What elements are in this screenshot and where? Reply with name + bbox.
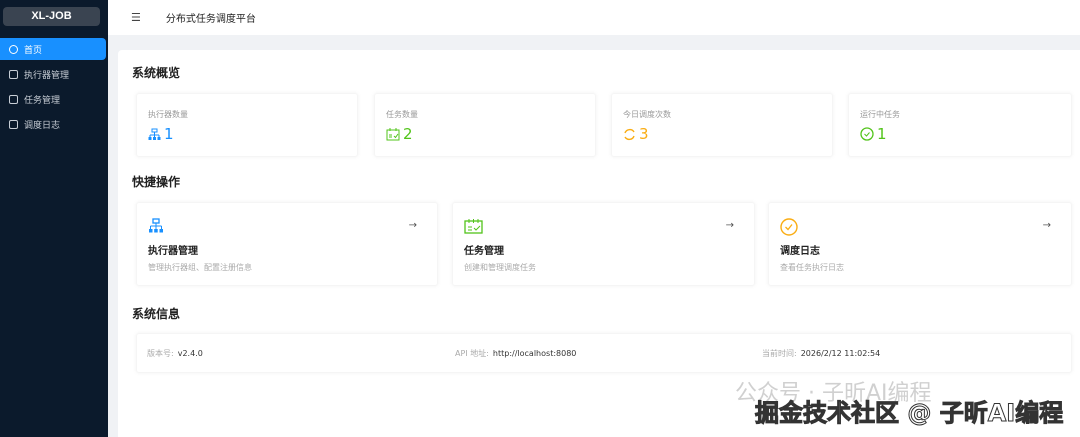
file-icon: [9, 119, 18, 129]
sysinfo-card: 版本号: v2.4.0 API 地址: http://localhost:8080 …: [136, 333, 1072, 373]
stat-card-running: 运行中任务 1: [848, 93, 1072, 157]
stat-label: 今日调度次数: [623, 110, 671, 119]
stat-card-executors: 执行器数量 1: [136, 93, 358, 157]
sysinfo-title: 系统信息: [132, 307, 181, 321]
dashboard-icon: [9, 44, 18, 54]
stat-label: 执行器数量: [148, 110, 188, 119]
sync-icon: [624, 128, 635, 140]
stat-label: 任务数量: [386, 110, 418, 119]
sidebar-item-tasks[interactable]: 任务管理: [0, 88, 106, 110]
time-value: 2026/2/12 11:02:54: [800, 348, 881, 358]
sidebar-item-executors[interactable]: 执行器管理: [0, 63, 106, 85]
quick-title: 调度日志: [780, 246, 820, 257]
stat-value: 2: [403, 125, 413, 143]
sidebar-item-label: 调度日志: [24, 120, 61, 131]
time-label: 当前时间:: [762, 348, 797, 358]
quick-card-executors[interactable]: → 执行器管理 管理执行器组、配置注册信息: [136, 202, 438, 286]
logo: XL-JOB: [3, 7, 100, 26]
quick-title: 快捷操作: [132, 175, 181, 189]
menu-fold-icon[interactable]: ☰: [131, 11, 141, 24]
watermark-juejin: 掘金技术社区 @ 子昕AI编程: [754, 399, 1064, 428]
sidebar: XL-JOB 首页 执行器管理 任务管理 调度日志: [0, 0, 108, 437]
sidebar-item-home[interactable]: 首页: [0, 38, 106, 60]
sidebar-item-logs[interactable]: 调度日志: [0, 113, 106, 135]
stat-value: 1: [877, 125, 887, 143]
stat-label: 运行中任务: [860, 110, 900, 119]
quick-desc: 创建和管理调度任务: [464, 263, 536, 272]
api-value: http://localhost:8080: [492, 348, 577, 358]
api-info: API 地址: http://localhost:8080: [455, 348, 576, 359]
quick-desc: 管理执行器组、配置注册信息: [148, 263, 252, 272]
cluster-icon: [148, 128, 161, 140]
time-info: 当前时间: 2026/2/12 11:02:54: [762, 348, 880, 359]
quick-card-logs[interactable]: → 调度日志 查看任务执行日志: [768, 202, 1072, 286]
stat-card-tasks: 任务数量 2: [374, 93, 596, 157]
overview-title: 系统概览: [132, 66, 181, 80]
arrow-right-icon[interactable]: →: [409, 220, 417, 231]
api-label: API 地址:: [455, 348, 489, 358]
quick-title: 任务管理: [464, 246, 504, 257]
sidebar-item-label: 执行器管理: [24, 70, 70, 81]
version-value: v2.4.0: [177, 348, 203, 358]
schedule-icon: [386, 127, 400, 140]
quick-card-tasks[interactable]: → 任务管理 创建和管理调度任务: [452, 202, 755, 286]
version-info: 版本号: v2.4.0: [147, 348, 203, 359]
quick-desc: 查看任务执行日志: [780, 263, 844, 272]
sidebar-item-label: 任务管理: [24, 95, 61, 106]
schedule-icon: [464, 219, 483, 234]
stat-value: 3: [639, 125, 649, 143]
stat-value: 1: [164, 125, 174, 143]
version-label: 版本号:: [147, 348, 174, 358]
cluster-icon: [9, 69, 18, 79]
quick-title: 执行器管理: [148, 246, 198, 257]
page-title: 分布式任务调度平台: [165, 14, 256, 25]
check-circle-icon: [780, 218, 798, 236]
stat-card-dispatch: 今日调度次数 3: [611, 93, 833, 157]
schedule-icon: [9, 94, 18, 104]
header: ☰ 分布式任务调度平台: [108, 0, 1080, 35]
main-content: 系统概览 执行器数量 1 任务数量 2 今日调度次数 3 运行中任务 1 快捷操…: [118, 50, 1080, 437]
arrow-right-icon[interactable]: →: [1043, 220, 1051, 231]
cluster-icon: [149, 218, 163, 233]
check-circle-icon: [860, 127, 874, 141]
arrow-right-icon[interactable]: →: [726, 220, 734, 231]
sidebar-item-label: 首页: [24, 45, 43, 56]
